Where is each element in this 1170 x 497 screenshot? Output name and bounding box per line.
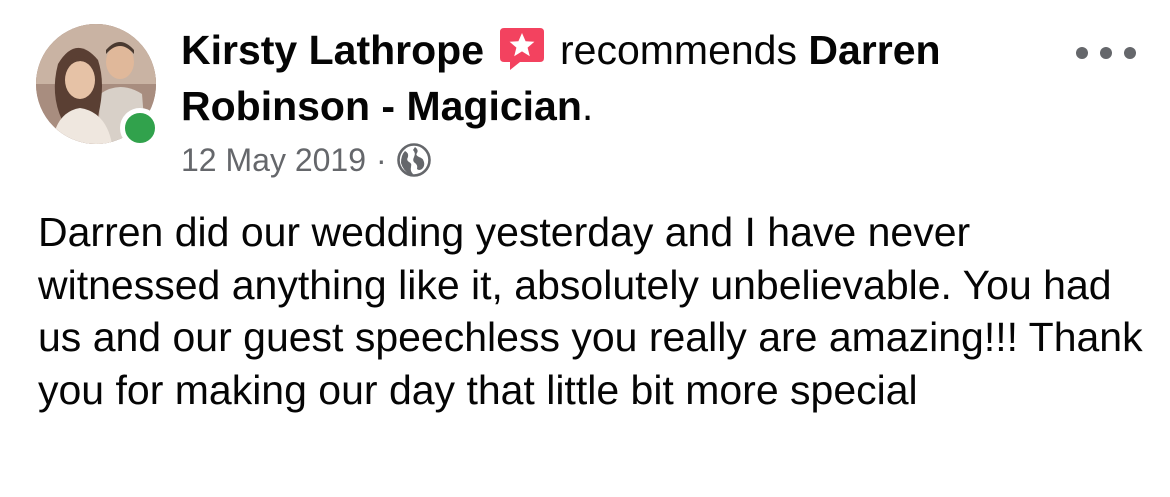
more-dot bbox=[1100, 47, 1112, 59]
author-name[interactable]: Kirsty Lathrope bbox=[181, 27, 484, 73]
globe-icon[interactable] bbox=[396, 143, 431, 177]
author-avatar[interactable] bbox=[36, 24, 160, 148]
page-name-suffix: . bbox=[581, 83, 594, 129]
more-dot bbox=[1076, 47, 1088, 59]
more-dot bbox=[1124, 47, 1136, 59]
post-header: Kirsty Lathrope recommends Darren Robins… bbox=[181, 22, 1061, 134]
online-status-dot bbox=[120, 108, 160, 148]
meta-separator: · bbox=[376, 142, 387, 178]
recommends-verb: recommends bbox=[560, 27, 797, 73]
recommendation-star-icon bbox=[498, 24, 546, 72]
recommendation-post: Kirsty Lathrope recommends Darren Robins… bbox=[0, 0, 1170, 497]
post-date[interactable]: 12 May 2019 bbox=[181, 140, 366, 180]
post-meta: 12 May 2019 · bbox=[181, 140, 431, 180]
post-body: Darren did our wedding yesterday and I h… bbox=[38, 209, 1143, 413]
more-options-button[interactable] bbox=[1076, 38, 1136, 68]
